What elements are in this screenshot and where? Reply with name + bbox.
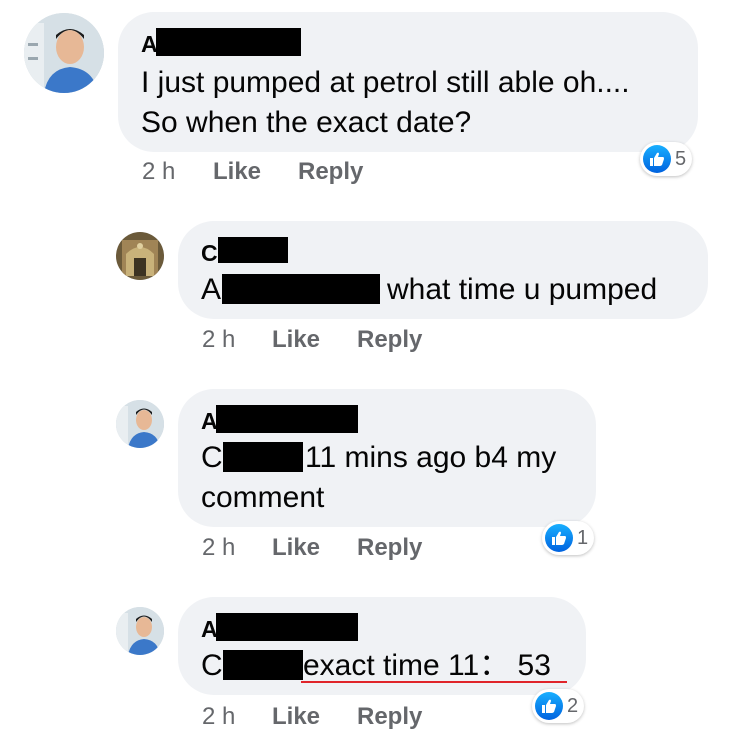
like-button[interactable]: Like [272,703,320,731]
reaction-badge[interactable]: 5 [640,142,693,176]
comment-text-line: comment [201,481,325,514]
mention-initial[interactable]: C [201,646,223,686]
timestamp[interactable]: 2 h [202,534,235,562]
avatar[interactable] [116,232,164,280]
reaction-count: 5 [675,147,687,170]
avatar[interactable] [24,13,104,93]
comment-text-line: 11 mins ago b4 my [305,441,557,474]
redaction-bar [156,28,301,56]
redaction-bar [223,650,303,680]
like-button[interactable]: Like [272,534,320,562]
like-button[interactable]: Like [213,158,261,186]
like-button[interactable]: Like [272,326,320,354]
timestamp[interactable]: 2 h [202,703,235,731]
redaction-bar [223,442,303,472]
comment-text-line: So when the exact date? [141,106,472,139]
avatar[interactable] [116,607,164,655]
comment-text-line: I just pumped at petrol still able oh...… [141,66,630,99]
redaction-bar [222,274,380,304]
timestamp[interactable]: 2 h [202,326,235,354]
author-name[interactable]: C [201,240,218,266]
avatar-photo [116,232,164,280]
like-thumb-icon [545,524,573,552]
reaction-badge[interactable]: 1 [542,521,595,555]
avatar-photo [116,400,164,448]
red-underline [301,681,567,683]
redaction-bar [216,613,358,641]
comment-text: what time u pumped [387,273,658,306]
avatar-photo [116,607,164,655]
redaction-bar [216,405,358,433]
mention-initial[interactable]: C [201,438,223,478]
reply-button[interactable]: Reply [298,158,363,186]
comment-text: exact time 11： 53 [303,649,551,682]
reaction-count: 2 [567,694,579,717]
reply-button[interactable]: Reply [357,703,422,731]
timestamp[interactable]: 2 h [142,158,175,186]
reaction-count: 1 [577,526,589,549]
avatar-photo [24,13,104,93]
like-thumb-icon [535,692,563,720]
reply-button[interactable]: Reply [357,326,422,354]
avatar[interactable] [116,400,164,448]
mention-initial[interactable]: A [201,270,221,310]
redaction-bar [218,237,288,263]
reply-button[interactable]: Reply [357,534,422,562]
reaction-badge[interactable]: 2 [532,689,585,723]
like-thumb-icon [643,145,671,173]
